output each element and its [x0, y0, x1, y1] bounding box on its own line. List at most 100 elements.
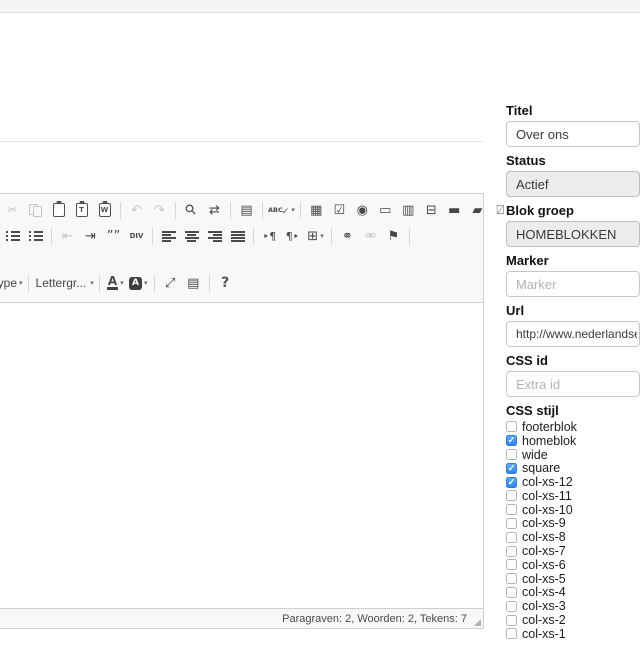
blockquote-icon[interactable]: ”” [103, 226, 124, 246]
align-center-icon[interactable] [181, 226, 202, 246]
checkbox-checked-icon[interactable]: ✓ [506, 477, 517, 488]
css-option-col-xs-5[interactable]: col-xs-5 [506, 572, 640, 586]
checkbox-label: col-xs-12 [522, 475, 573, 489]
maximize-icon[interactable]: ⤢ [160, 273, 181, 293]
increase-indent-icon[interactable]: ⇥ [80, 226, 101, 246]
css-option-col-xs-3[interactable]: col-xs-3 [506, 599, 640, 613]
paste-icon[interactable] [48, 200, 69, 220]
numbered-list-glyph [6, 230, 20, 242]
language-dropdown-arrow: ▾ [320, 232, 324, 240]
css-option-col-xs-4[interactable]: col-xs-4 [506, 586, 640, 600]
link-icon[interactable]: ⚭ [337, 226, 358, 246]
radio-field-icon[interactable]: ◉ [352, 200, 373, 220]
text-field-icon[interactable]: ▭ [375, 200, 396, 220]
redo-icon[interactable]: ↷ [149, 200, 170, 220]
spellcheck-dropdown-arrow: ▾ [291, 206, 295, 214]
checkbox-label: col-xs-5 [522, 572, 566, 586]
bullet-list-glyph [29, 230, 43, 242]
text-color-glyph: A [107, 276, 118, 290]
background-color-glyph: A [129, 277, 142, 290]
checkbox-unchecked-icon[interactable] [506, 601, 517, 612]
paste-text-glyph: T [76, 203, 88, 217]
rtl-glyph: ¶‣ [286, 230, 300, 243]
undo-icon[interactable]: ↶ [126, 200, 147, 220]
checkbox-checked-icon[interactable]: ✓ [506, 463, 517, 474]
numbered-list-icon[interactable] [2, 226, 23, 246]
select-field-icon[interactable]: ⊟ [421, 200, 442, 220]
css-option-col-xs-11[interactable]: col-xs-11 [506, 489, 640, 503]
css-option-col-xs-1[interactable]: col-xs-1 [506, 627, 640, 641]
checkbox-unchecked-icon[interactable] [506, 587, 517, 598]
checkbox-unchecked-icon[interactable] [506, 573, 517, 584]
anchor-icon[interactable]: ⚑ [383, 226, 404, 246]
paste-as-text-icon[interactable]: T [71, 200, 92, 220]
css-option-col-xs-6[interactable]: col-xs-6 [506, 558, 640, 572]
checkbox-unchecked-icon[interactable] [506, 628, 517, 639]
marker-input[interactable] [506, 271, 640, 297]
checkbox-checked-icon[interactable]: ✓ [506, 435, 517, 446]
bullet-list-icon[interactable] [25, 226, 46, 246]
editor-content-area[interactable] [0, 303, 483, 608]
align-center-glyph [185, 231, 199, 242]
cut-icon[interactable]: ✂ [2, 200, 23, 220]
align-right-icon[interactable] [204, 226, 225, 246]
status-select[interactable]: Actief [506, 171, 640, 197]
justify-icon[interactable] [227, 226, 248, 246]
checkbox-unchecked-icon[interactable] [506, 615, 517, 626]
button-field-icon[interactable]: ▬ [444, 200, 465, 220]
css-option-col-xs-12[interactable]: ✓ col-xs-12 [506, 475, 640, 489]
background-color-arrow-icon: ▾ [144, 279, 148, 287]
align-left-icon[interactable] [158, 226, 179, 246]
show-blocks-icon[interactable]: ▤ [183, 273, 204, 293]
css-option-square[interactable]: ✓ square [506, 461, 640, 475]
css-option-footerblok[interactable]: footerblok [506, 420, 640, 434]
blok-groep-select[interactable]: HOMEBLOKKEN [506, 221, 640, 247]
image-button-icon[interactable]: ▰ [467, 200, 488, 220]
select-all-icon[interactable]: ▤ [236, 200, 257, 220]
justify-glyph [231, 231, 245, 242]
font-size-combo[interactable]: Lettergr...▾ [34, 276, 94, 290]
checkbox-unchecked-icon[interactable] [506, 449, 517, 460]
css-option-col-xs-10[interactable]: col-xs-10 [506, 503, 640, 517]
checkbox-label: wide [522, 448, 548, 462]
replace-icon[interactable]: ⇄ [204, 200, 225, 220]
css-id-label: CSS id [506, 354, 640, 367]
resize-grip[interactable] [474, 619, 481, 626]
settings-sidebar: Titel Status Actief Blok groep HOMEBLOKK… [506, 104, 640, 648]
paste-from-word-icon[interactable]: W [94, 200, 115, 220]
css-option-col-xs-8[interactable]: col-xs-8 [506, 530, 640, 544]
titel-input[interactable] [506, 121, 640, 147]
div-container-icon[interactable]: DIV [126, 226, 147, 246]
spellcheck-icon[interactable]: ABC✓▾ [268, 200, 295, 220]
text-direction-rtl-icon[interactable]: ¶‣ [282, 226, 303, 246]
text-color-icon[interactable]: A▾ [105, 273, 126, 293]
text-direction-ltr-icon[interactable]: ‣¶ [259, 226, 280, 246]
decrease-indent-icon[interactable]: ⇤ [57, 226, 78, 246]
checkbox-unchecked-icon[interactable] [506, 559, 517, 570]
url-input[interactable] [506, 321, 640, 347]
copy-icon[interactable] [25, 200, 46, 220]
checkbox-unchecked-icon[interactable] [506, 421, 517, 432]
textarea-field-icon[interactable]: ▥ [398, 200, 419, 220]
status-field-group: Status Actief [506, 154, 640, 197]
css-option-homeblok[interactable]: ✓ homeblok [506, 434, 640, 448]
paragraph-format-combo[interactable]: Opmaaktype▾ [0, 276, 23, 290]
find-icon[interactable]: ⚲ [181, 200, 202, 220]
checkbox-unchecked-icon[interactable] [506, 546, 517, 557]
checkbox-unchecked-icon[interactable] [506, 518, 517, 529]
checkbox-unchecked-icon[interactable] [506, 532, 517, 543]
about-icon[interactable]: ? [215, 273, 236, 293]
language-icon[interactable]: ⊞▾ [305, 226, 326, 246]
text-color-arrow-icon: ▾ [120, 279, 124, 287]
background-color-icon[interactable]: A▾ [128, 273, 149, 293]
css-option-col-xs-2[interactable]: col-xs-2 [506, 613, 640, 627]
checkbox-unchecked-icon[interactable] [506, 504, 517, 515]
checkbox-unchecked-icon[interactable] [506, 490, 517, 501]
css-option-col-xs-9[interactable]: col-xs-9 [506, 517, 640, 531]
unlink-icon[interactable]: ⚮ [360, 226, 381, 246]
css-option-wide[interactable]: wide [506, 448, 640, 462]
form-icon[interactable]: ▦ [306, 200, 327, 220]
css-option-col-xs-7[interactable]: col-xs-7 [506, 544, 640, 558]
checkbox-field-icon[interactable]: ☑ [329, 200, 350, 220]
css-id-input[interactable] [506, 371, 640, 397]
